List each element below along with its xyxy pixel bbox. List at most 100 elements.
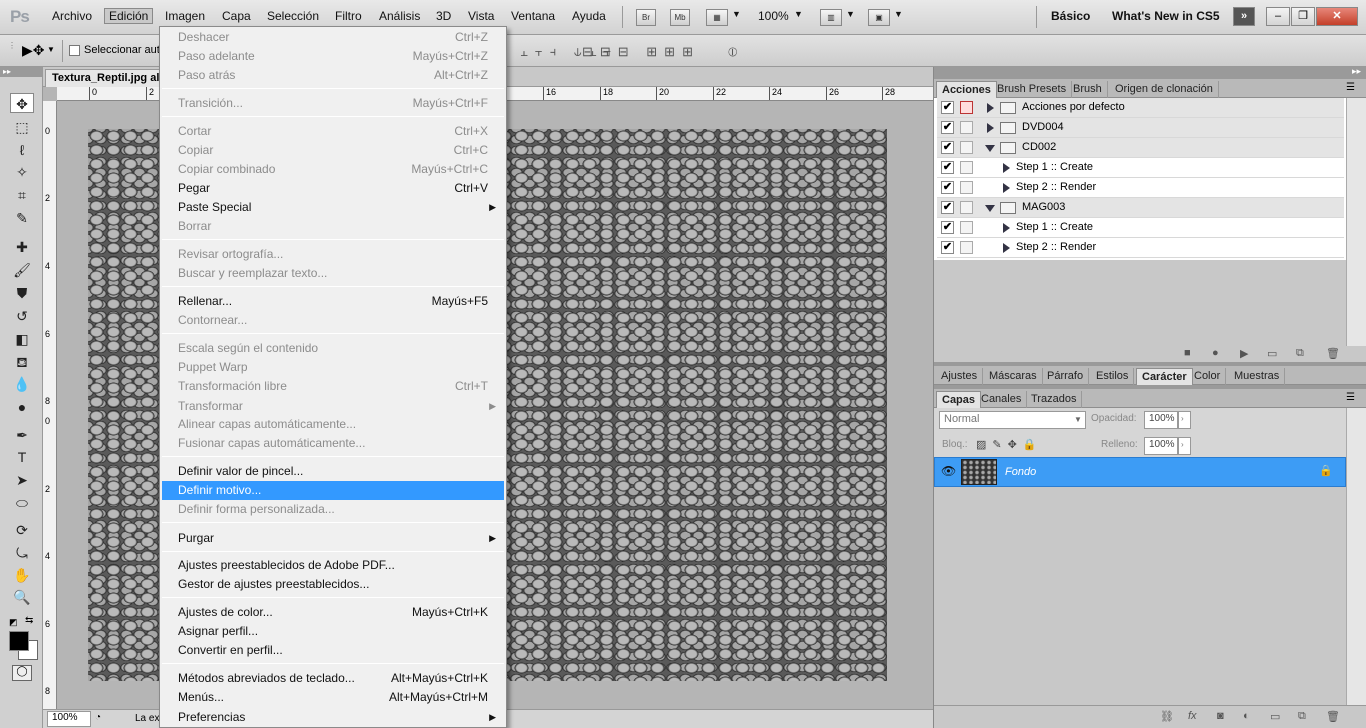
new-layer-icon[interactable]: ⧉ [1298, 710, 1306, 723]
trash-icon[interactable]: 🗑 [1326, 710, 1340, 723]
dialog-toggle[interactable] [960, 121, 973, 134]
tab-mascaras[interactable]: Máscaras [984, 368, 1043, 385]
menu-item-definir-motivo[interactable]: Definir motivo... [162, 481, 504, 500]
toggle-checkbox[interactable]: ✔ [941, 161, 954, 174]
menu-item-buscar-reemplazar[interactable]: Buscar y reemplazar texto... [162, 264, 504, 283]
collapse-icon[interactable]: ▸▸ [0, 67, 42, 77]
paint-bucket-tool-icon[interactable]: ⛾ [10, 352, 34, 372]
expand-icon[interactable] [987, 123, 994, 133]
auto-align-icon[interactable]: ⦶ [728, 44, 737, 60]
blur-tool-icon[interactable]: 💧 [10, 374, 34, 394]
healing-brush-tool-icon[interactable]: ✚ [10, 237, 34, 257]
restore-icon[interactable]: ❐ [1291, 7, 1315, 26]
tab-origen-clonacion[interactable]: Origen de clonación [1110, 81, 1219, 98]
3d-orbit-tool-icon[interactable]: ⤿ [10, 543, 34, 563]
move-tool-icon[interactable]: ✥ [10, 93, 34, 113]
menu-item-paso-adelante[interactable]: Paso adelante Mayús+Ctrl+Z [162, 47, 504, 66]
menu-vista[interactable]: Vista [468, 9, 494, 23]
menu-item-asignar-perfil[interactable]: Asignar perfil... [162, 622, 504, 641]
layer-style-icon[interactable]: fx [1188, 710, 1197, 722]
menu-3d[interactable]: 3D [436, 9, 451, 23]
autoselect-checkbox[interactable] [69, 45, 80, 56]
menu-item-transformar[interactable]: Transformar ▶ [162, 397, 504, 416]
new-set-icon[interactable]: ▭ [1267, 347, 1277, 360]
zoom-tool-icon[interactable]: 🔍 [10, 587, 34, 607]
toggle-checkbox[interactable]: ✔ [941, 221, 954, 234]
expand-icon[interactable] [1003, 243, 1010, 253]
history-brush-tool-icon[interactable]: ↺ [10, 306, 34, 326]
menu-item-definir-forma[interactable]: Definir forma personalizada... [162, 500, 504, 519]
tab-acciones[interactable]: Acciones [936, 81, 997, 98]
clone-stamp-tool-icon[interactable]: ⛊ [10, 283, 34, 303]
brush-tool-icon[interactable]: 🖌 [10, 260, 34, 280]
status-zoom-field[interactable]: 100% [47, 711, 91, 727]
toggle-checkbox[interactable]: ✔ [941, 141, 954, 154]
minimize-icon[interactable]: – [1266, 7, 1290, 26]
blend-chevron-down-icon[interactable]: ▼ [1074, 415, 1082, 424]
menu-item-preferencias[interactable]: Preferencias ▶ [162, 708, 504, 727]
tab-brush-presets[interactable]: Brush Presets [992, 81, 1073, 98]
toggle-checkbox[interactable]: ✔ [941, 181, 954, 194]
menu-item-escala-contenido[interactable]: Escala según el contenido [162, 339, 504, 358]
bridge-button[interactable]: Br [636, 9, 656, 26]
tool-preset-chevron-down-icon[interactable]: ▼ [47, 45, 55, 54]
document-tab[interactable]: Textura_Reptil.jpg al [45, 69, 165, 87]
dodge-tool-icon[interactable]: ● [10, 397, 34, 417]
menu-item-rellenar[interactable]: Rellenar... Mayús+F5 [162, 292, 504, 311]
eyedropper-tool-icon[interactable]: ✎ [10, 208, 34, 228]
eye-visibility-icon[interactable]: 👁 [941, 464, 956, 478]
toggle-checkbox[interactable]: ✔ [941, 201, 954, 214]
menu-item-copiar[interactable]: Copiar Ctrl+C [162, 141, 504, 160]
new-action-icon[interactable]: ⧉ [1296, 347, 1304, 360]
record-icon[interactable]: ● [1212, 347, 1219, 359]
menu-item-definir-pincel[interactable]: Definir valor de pincel... [162, 462, 504, 481]
collapse-icon[interactable] [985, 205, 995, 212]
panel-menu-icon[interactable]: ☰ [1346, 392, 1355, 403]
hand-tool-icon[interactable]: ✋ [10, 565, 34, 585]
menu-item-gestor-ajustes[interactable]: Gestor de ajustes preestablecidos... [162, 575, 504, 594]
fill-field[interactable]: 100% [1144, 437, 1178, 455]
distribute-icons[interactable]: ⊟⊟⊟ ⊞⊞⊞ [582, 44, 700, 60]
tab-caracter[interactable]: Carácter [1136, 368, 1193, 385]
crop-tool-icon[interactable]: ⌗ [10, 185, 34, 205]
action-set-row[interactable]: ✔ Acciones por defecto [937, 98, 1344, 118]
tab-brush[interactable]: Brush [1068, 81, 1108, 98]
add-mask-icon[interactable]: ◙ [1217, 710, 1224, 722]
menu-item-convertir-perfil[interactable]: Convertir en perfil... [162, 641, 504, 660]
menu-item-ajustes-color[interactable]: Ajustes de color... Mayús+Ctrl+K [162, 603, 504, 622]
menu-analisis[interactable]: Análisis [379, 9, 420, 23]
eraser-tool-icon[interactable]: ◧ [10, 329, 34, 349]
menu-item-copiar-combinado[interactable]: Copiar combinado Mayús+Ctrl+C [162, 160, 504, 179]
dialog-toggle[interactable] [960, 201, 973, 214]
action-row[interactable]: ✔ Step 1 :: Create [937, 158, 1344, 178]
arrange-documents-icon[interactable]: ▥ [820, 9, 842, 26]
view-extras-icon[interactable]: ▦ [706, 9, 728, 26]
stop-icon[interactable]: ■ [1184, 347, 1191, 359]
marquee-tool-icon[interactable]: ⬚ [10, 117, 34, 137]
toggle-checkbox[interactable]: ✔ [941, 101, 954, 114]
menu-item-pegar[interactable]: Pegar Ctrl+V [162, 179, 504, 198]
view-extras-chevron-down-icon[interactable]: ▼ [732, 9, 741, 19]
tab-capas[interactable]: Capas [936, 391, 982, 408]
action-row[interactable]: ✔ Step 2 :: Render [937, 238, 1344, 258]
menu-item-deshacer[interactable]: Deshacer Ctrl+Z [162, 28, 504, 47]
tab-parrafo[interactable]: Párrafo [1042, 368, 1090, 385]
tab-muestras[interactable]: Muestras [1229, 368, 1286, 385]
menu-seleccion[interactable]: Selección [267, 9, 319, 23]
actions-scrollbar[interactable] [1346, 98, 1366, 348]
workspace-basico[interactable]: Básico [1051, 9, 1090, 23]
more-workspaces-icon[interactable]: » [1233, 7, 1255, 26]
opacity-chevron-right-icon[interactable]: › [1178, 411, 1191, 429]
dialog-toggle[interactable] [960, 181, 973, 194]
new-group-icon[interactable]: ▭ [1270, 710, 1280, 723]
zoom-chevron-down-icon[interactable]: ▼ [794, 9, 803, 19]
arrange-chevron-down-icon[interactable]: ▼ [846, 9, 855, 19]
action-set-row[interactable]: ✔ DVD004 [937, 118, 1344, 138]
dialog-toggle[interactable] [960, 241, 973, 254]
dialog-toggle[interactable] [960, 221, 973, 234]
swap-colors-icon[interactable]: ⇆ [25, 615, 33, 626]
layer-name[interactable]: Fondo [1005, 466, 1036, 478]
expand-icon[interactable] [1003, 183, 1010, 193]
collapse-panels-icon[interactable]: ▸▸ [1352, 66, 1361, 77]
expand-icon[interactable] [1003, 223, 1010, 233]
